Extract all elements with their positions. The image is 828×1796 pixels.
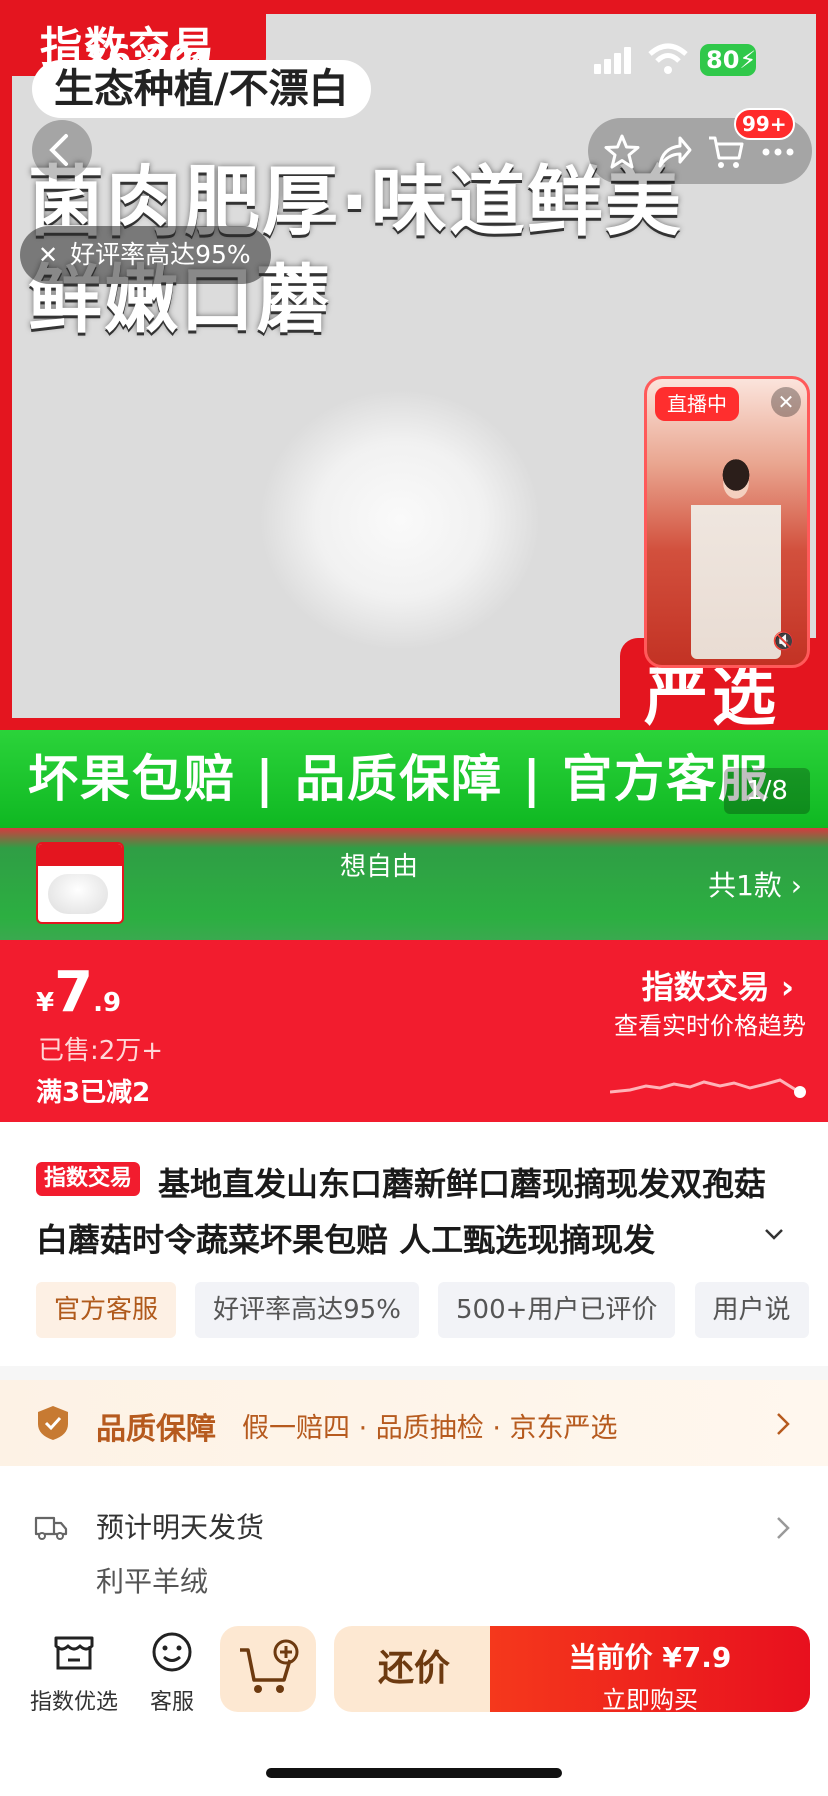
buy-price: 当前价 ¥7.9 xyxy=(568,1641,732,1674)
truck-icon xyxy=(34,1516,68,1540)
index-trade-label: 指数交易 xyxy=(641,968,770,1006)
price-trend-link[interactable]: 查看实时价格趋势 xyxy=(614,1006,806,1041)
sold-count: 已售:2万+ xyxy=(38,1036,164,1066)
bottom-action-bar: 指数优选 客服 还价 当前价 ¥7.9 立即购买 xyxy=(0,1616,828,1796)
live-host-image xyxy=(691,439,781,659)
shop-button[interactable]: 指数优选 xyxy=(24,1628,124,1716)
home-indicator[interactable] xyxy=(266,1768,562,1778)
back-button[interactable] xyxy=(32,120,92,180)
sku-selector[interactable]: 想自由 共1款 › xyxy=(0,828,828,940)
battery-level: 80 xyxy=(706,46,740,74)
cart-icon[interactable] xyxy=(706,132,746,172)
service-button[interactable]: 客服 xyxy=(122,1628,222,1716)
buy-now-button[interactable]: 当前价 ¥7.9 立即购买 xyxy=(490,1626,810,1714)
product-info: 基地直发山东口蘑新鲜口蘑现摘现发双孢菇白蘑菇时令蔬菜坏果包赔 人工甄选现摘现发 … xyxy=(0,1122,828,1366)
price-trend-sparkline[interactable] xyxy=(610,1056,810,1106)
status-bar: 16:20 80⚡ xyxy=(0,0,828,110)
promo-text: 满3已减2 xyxy=(36,1078,151,1108)
buy-label: 立即购买 xyxy=(602,1686,698,1714)
price-decimal: .9 xyxy=(93,988,122,1018)
price-panel: ¥7.9 已售:2万+ 满3已减2 指数交易 › 查看实时价格趋势 xyxy=(0,940,828,1122)
store-icon xyxy=(54,1636,94,1670)
thumb-header xyxy=(38,844,122,866)
sku-thumbnail[interactable] xyxy=(36,842,124,924)
image-page-indicator: 1/8 xyxy=(724,768,810,814)
smile-chat-icon xyxy=(152,1632,192,1672)
shop-label: 指数优选 xyxy=(29,1690,118,1715)
tag-review-count[interactable]: 500+用户已评价 xyxy=(438,1282,676,1338)
cart-count-badge: 99+ xyxy=(734,108,795,140)
tag-review-rate[interactable]: 好评率高达95% xyxy=(195,1282,419,1338)
tag-user-says[interactable]: 用户说 xyxy=(694,1282,809,1338)
review-rate-chip[interactable]: ✕ 好评率高达95% xyxy=(20,226,271,284)
status-time: 16:20 xyxy=(84,38,193,78)
add-to-cart-button[interactable] xyxy=(220,1626,316,1712)
index-trade-link[interactable]: 指数交易 › xyxy=(642,962,794,1008)
wifi-icon xyxy=(648,43,688,74)
sku-title: 想自由 xyxy=(340,852,419,882)
cellular-signal-icon xyxy=(594,47,631,74)
quality-items: 假一赔四 · 品质抽检 · 京东严选 xyxy=(242,1413,618,1444)
price-integer: 7 xyxy=(54,960,94,1025)
live-tag: 直播中 xyxy=(655,387,739,421)
feature-tags: 官方客服 好评率高达95% 500+用户已评价 用户说 xyxy=(36,1282,828,1338)
tag-official-service[interactable]: 官方客服 xyxy=(36,1282,177,1338)
thumb-mushroom xyxy=(48,874,108,914)
live-stream-window[interactable]: 直播中 ✕ 🔇 xyxy=(644,376,810,668)
chevron-down-icon[interactable] xyxy=(760,1220,788,1248)
index-trade-badge: 指数交易 xyxy=(36,1162,141,1196)
quality-title: 品质保障 xyxy=(96,1412,216,1447)
current-price: ¥7.9 xyxy=(36,960,121,1025)
price-currency: ¥ xyxy=(36,988,55,1018)
live-close-icon[interactable]: ✕ xyxy=(771,387,801,417)
product-detail-page: 指数交易 生态种植/不漂白 菌肉肥厚·味道鲜美 鲜嫩口蘑 严选 坏果包赔 | 品… xyxy=(0,0,828,1796)
guarantee-banner: 坏果包赔 | 品质保障 | 官方客服 xyxy=(0,730,828,828)
sku-count[interactable]: 共1款 › xyxy=(708,864,802,904)
battery-indicator: 80⚡ xyxy=(700,44,756,76)
service-label: 客服 xyxy=(149,1690,194,1715)
shield-check-icon xyxy=(38,1406,68,1440)
bargain-button[interactable]: 还价 xyxy=(334,1626,494,1712)
chevron-right-icon xyxy=(777,1413,790,1435)
chevron-left-icon xyxy=(49,134,68,166)
product-title[interactable]: 基地直发山东口蘑新鲜口蘑现摘现发双孢菇白蘑菇时令蔬菜坏果包赔 人工甄选现摘现发 xyxy=(36,1156,796,1268)
delivery-row[interactable]: 预计明天发货 利平羊绒 xyxy=(0,1466,828,1616)
cart-plus-icon xyxy=(240,1639,299,1693)
review-rate-text: 好评率高达95% xyxy=(70,240,251,269)
seller-name: 利平羊绒 xyxy=(96,1565,209,1598)
section-divider xyxy=(0,1366,828,1380)
sku-count-label: 共1款 xyxy=(708,869,782,902)
delivery-estimate: 预计明天发货 xyxy=(96,1511,265,1544)
share-icon[interactable] xyxy=(654,132,694,172)
quality-guarantee-row[interactable]: 品质保障 假一赔四 · 品质抽检 · 京东严选 xyxy=(0,1380,828,1466)
close-icon[interactable]: ✕ xyxy=(38,226,58,284)
favorite-star-icon[interactable] xyxy=(602,132,642,172)
chevron-right-icon xyxy=(777,1517,790,1539)
location-arrow-icon xyxy=(189,47,211,69)
mute-icon[interactable]: 🔇 xyxy=(771,629,797,655)
